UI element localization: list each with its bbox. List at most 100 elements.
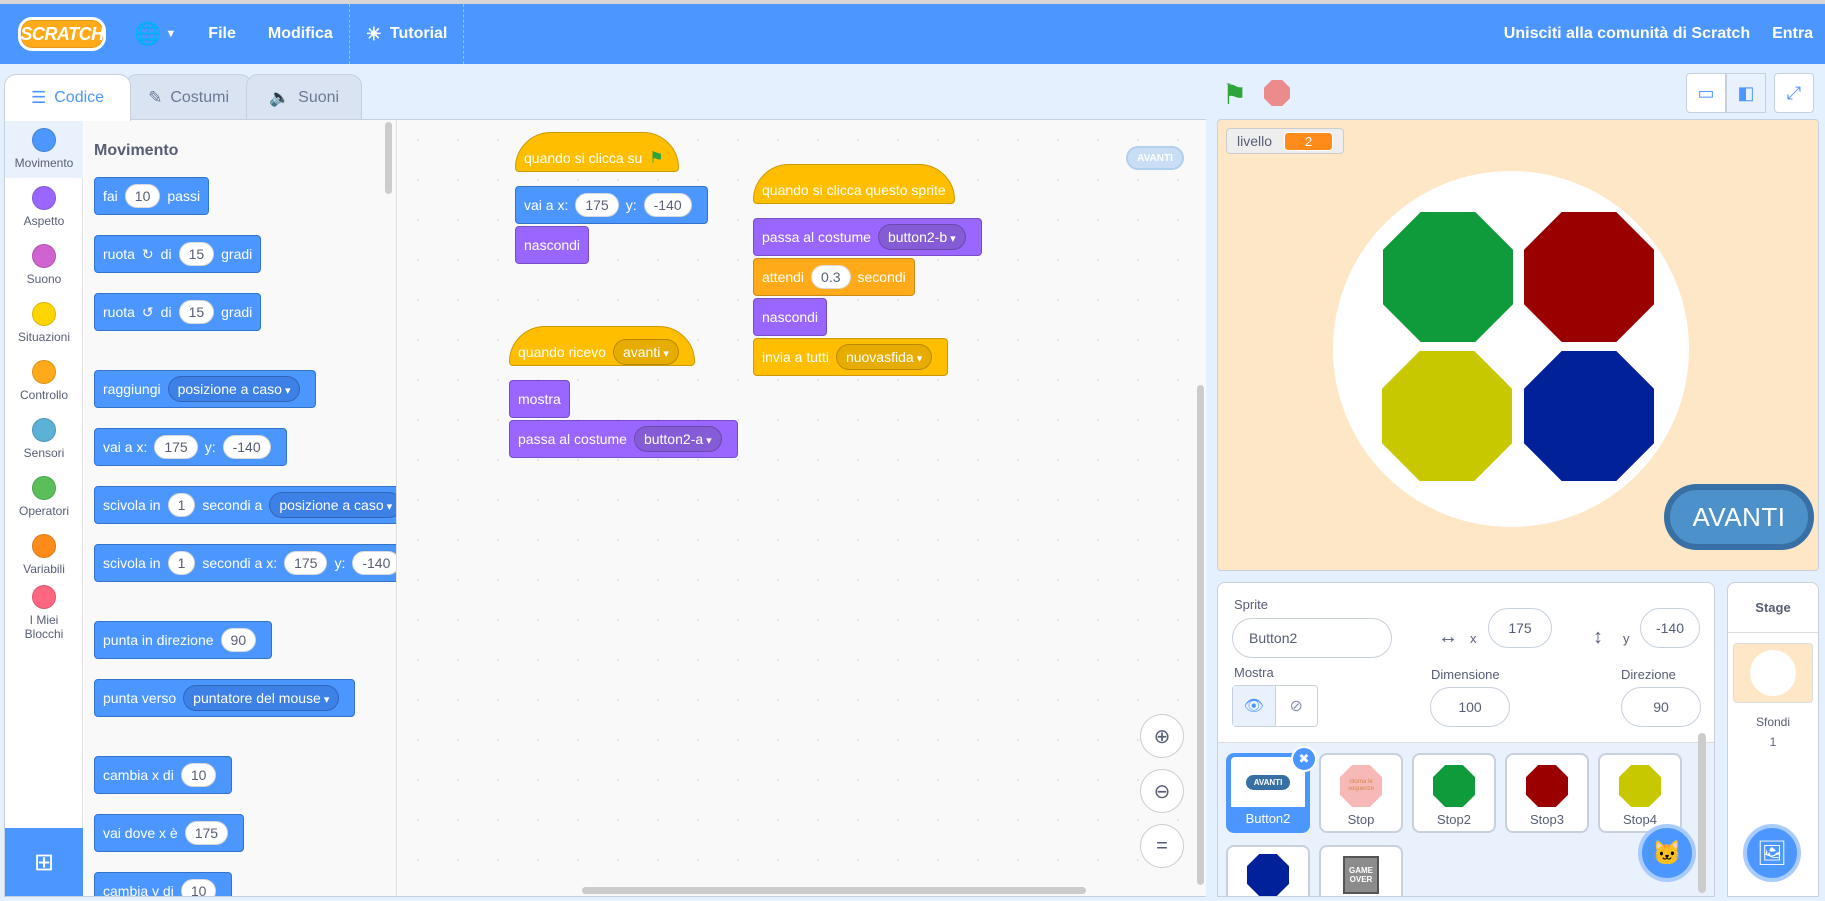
block-hide[interactable]: nascondi bbox=[753, 298, 828, 336]
fullscreen-button[interactable]: ⤢ bbox=[1774, 73, 1814, 113]
block-input[interactable]: 15 bbox=[178, 242, 215, 266]
category-looks[interactable]: Aspetto bbox=[5, 178, 83, 236]
show-sprite-button[interactable]: 👁 bbox=[1233, 686, 1276, 726]
small-stage-button[interactable]: ▭ bbox=[1686, 73, 1726, 113]
block-input[interactable]: 1 bbox=[167, 493, 196, 517]
block-turn-right[interactable]: ruota ↻ di 15 gradi bbox=[94, 235, 262, 273]
block-point-direction[interactable]: punta in direzione 90 bbox=[94, 621, 273, 659]
tutorial-menu[interactable]: ☀ Tutorial bbox=[350, 4, 464, 64]
block-when-receive[interactable]: quando ricevo avanti bbox=[509, 326, 695, 366]
block-glide-xy[interactable]: scivola in 1 secondi a x: 175 y: -140 bbox=[94, 544, 396, 582]
block-change-y[interactable]: cambia y di 10 bbox=[94, 872, 233, 896]
block-move-steps[interactable]: fai 10 passi bbox=[94, 177, 210, 215]
sprite-tile-stop[interactable]: ritorna le sequenze Stop bbox=[1319, 753, 1403, 833]
choose-backdrop-button[interactable]: 🖼 bbox=[1743, 824, 1801, 882]
tab-costumes[interactable]: ✎ Costumi bbox=[125, 74, 252, 120]
block-dropdown[interactable]: puntatore del mouse bbox=[183, 685, 340, 711]
block-goto-xy[interactable]: vai a x: 175 y: -140 bbox=[94, 428, 287, 466]
avanti-sprite-button[interactable]: AVANTI bbox=[1664, 484, 1814, 550]
add-extension-button[interactable]: ⊞ bbox=[5, 828, 83, 896]
block-switch-costume[interactable]: passa al costume button2-a bbox=[509, 420, 738, 458]
block-input[interactable]: 175 bbox=[575, 193, 619, 217]
large-stage-button[interactable]: ◧ bbox=[1726, 73, 1766, 113]
tab-sounds[interactable]: 🔈 Suoni bbox=[246, 74, 363, 120]
sprite-tile-stop2[interactable]: Stop2 bbox=[1412, 753, 1496, 833]
block-input[interactable]: 90 bbox=[220, 628, 257, 652]
block-input[interactable]: 10 bbox=[124, 184, 161, 208]
hide-sprite-button[interactable]: ⊘ bbox=[1276, 686, 1318, 726]
tab-code[interactable]: ☰ Codice bbox=[4, 74, 132, 121]
workspace-scrollbar-horizontal[interactable] bbox=[582, 887, 1086, 894]
block-set-x[interactable]: vai dove x è 175 bbox=[94, 814, 245, 852]
scratch-logo[interactable]: SCRATCH bbox=[18, 17, 106, 51]
block-input[interactable]: 10 bbox=[180, 763, 217, 787]
block-dropdown[interactable]: button2-a bbox=[633, 426, 722, 452]
block-turn-left[interactable]: ruota ↺ di 15 gradi bbox=[94, 293, 262, 331]
block-switch-costume[interactable]: passa al costume button2-b bbox=[753, 218, 982, 256]
blue-octagon-sprite[interactable] bbox=[1524, 351, 1654, 481]
block-input[interactable]: 175 bbox=[284, 551, 328, 575]
block-goto[interactable]: raggiungi posizione a caso bbox=[94, 370, 317, 408]
edit-menu[interactable]: Modifica bbox=[252, 4, 349, 64]
stage-canvas[interactable]: livello 2 AVANTI bbox=[1217, 119, 1819, 571]
category-operators[interactable]: Operatori bbox=[5, 468, 83, 526]
block-input[interactable]: 175 bbox=[154, 435, 198, 459]
block-change-x[interactable]: cambia x di 10 bbox=[94, 756, 233, 794]
language-menu[interactable]: 🌐 ▼ bbox=[118, 4, 192, 64]
category-my-blocks[interactable]: I Miei Blocchi bbox=[5, 584, 83, 642]
block-input[interactable]: -140 bbox=[352, 551, 396, 575]
category-control[interactable]: Controllo bbox=[5, 352, 83, 410]
zoom-reset-button[interactable]: = bbox=[1140, 824, 1184, 868]
script-workspace[interactable]: AVANTI quando si clicca su ⚑ vai a x: 17… bbox=[398, 120, 1206, 896]
block-when-sprite-clicked[interactable]: quando si clicca questo sprite bbox=[753, 164, 955, 204]
choose-sprite-button[interactable]: 🐱 bbox=[1638, 824, 1696, 882]
workspace-scrollbar-vertical[interactable] bbox=[1197, 385, 1204, 885]
category-sensing[interactable]: Sensori bbox=[5, 410, 83, 468]
sprite-list-scrollbar[interactable] bbox=[1698, 733, 1706, 893]
block-glide-to[interactable]: scivola in 1 secondi a posizione a caso bbox=[94, 486, 396, 524]
block-input[interactable]: 10 bbox=[180, 879, 217, 896]
signin-link[interactable]: Entra bbox=[1772, 25, 1813, 43]
category-variables[interactable]: Variabili bbox=[5, 526, 83, 584]
sprite-tile-gameover[interactable]: GAME OVER bbox=[1319, 845, 1403, 896]
green-flag-button[interactable]: ⚑ bbox=[1222, 78, 1247, 111]
block-point-towards[interactable]: punta verso puntatore del mouse bbox=[94, 679, 356, 717]
block-show[interactable]: mostra bbox=[509, 380, 570, 418]
variable-monitor[interactable]: livello 2 bbox=[1226, 128, 1345, 154]
block-dropdown[interactable]: avanti bbox=[612, 339, 679, 365]
sprite-tile-stop3[interactable]: Stop3 bbox=[1505, 753, 1589, 833]
sprite-tile-button2[interactable]: AVANTI Button2 ✖ bbox=[1226, 746, 1317, 833]
join-scratch-link[interactable]: Unisciti alla comunità di Scratch bbox=[1504, 25, 1750, 43]
size-input[interactable]: 100 bbox=[1430, 687, 1510, 727]
palette-scrollbar[interactable] bbox=[385, 122, 392, 194]
block-hide[interactable]: nascondi bbox=[515, 226, 590, 264]
block-input[interactable]: 0.3 bbox=[811, 265, 851, 289]
block-broadcast[interactable]: invia a tutti nuovasfida bbox=[753, 338, 949, 376]
block-dropdown[interactable]: button2-b bbox=[877, 224, 966, 250]
block-dropdown[interactable]: nuovasfida bbox=[835, 344, 933, 370]
yellow-octagon-sprite[interactable] bbox=[1382, 351, 1512, 481]
block-input[interactable]: -140 bbox=[222, 435, 271, 459]
block-input[interactable]: 15 bbox=[178, 300, 215, 324]
block-dropdown[interactable]: posizione a caso bbox=[167, 376, 301, 402]
block-when-flag-clicked[interactable]: quando si clicca su ⚑ bbox=[515, 132, 679, 172]
delete-sprite-button[interactable]: ✖ bbox=[1291, 746, 1317, 772]
sprite-name-input[interactable]: Button2 bbox=[1232, 618, 1392, 658]
zoom-in-button[interactable]: ⊕ bbox=[1140, 714, 1184, 758]
block-input[interactable]: 175 bbox=[184, 821, 229, 845]
block-goto-xy[interactable]: vai a x: 175 y: -140 bbox=[515, 186, 708, 224]
red-octagon-sprite[interactable] bbox=[1524, 212, 1654, 342]
block-dropdown[interactable]: posizione a caso bbox=[269, 492, 396, 518]
green-octagon-sprite[interactable] bbox=[1383, 212, 1513, 342]
block-input[interactable]: -140 bbox=[643, 193, 692, 217]
sprite-tile-stop4[interactable]: Stop4 bbox=[1598, 753, 1682, 833]
direction-input[interactable]: 90 bbox=[1621, 687, 1701, 727]
y-input[interactable]: -140 bbox=[1640, 608, 1700, 648]
block-wait[interactable]: attendi 0.3 secondi bbox=[753, 258, 915, 296]
stop-button[interactable] bbox=[1264, 80, 1290, 106]
block-input[interactable]: 1 bbox=[167, 551, 196, 575]
file-menu[interactable]: File bbox=[192, 4, 252, 64]
sprite-tile-blue[interactable] bbox=[1226, 845, 1310, 896]
category-motion[interactable]: Movimento bbox=[5, 120, 83, 178]
category-events[interactable]: Situazioni bbox=[5, 294, 83, 352]
